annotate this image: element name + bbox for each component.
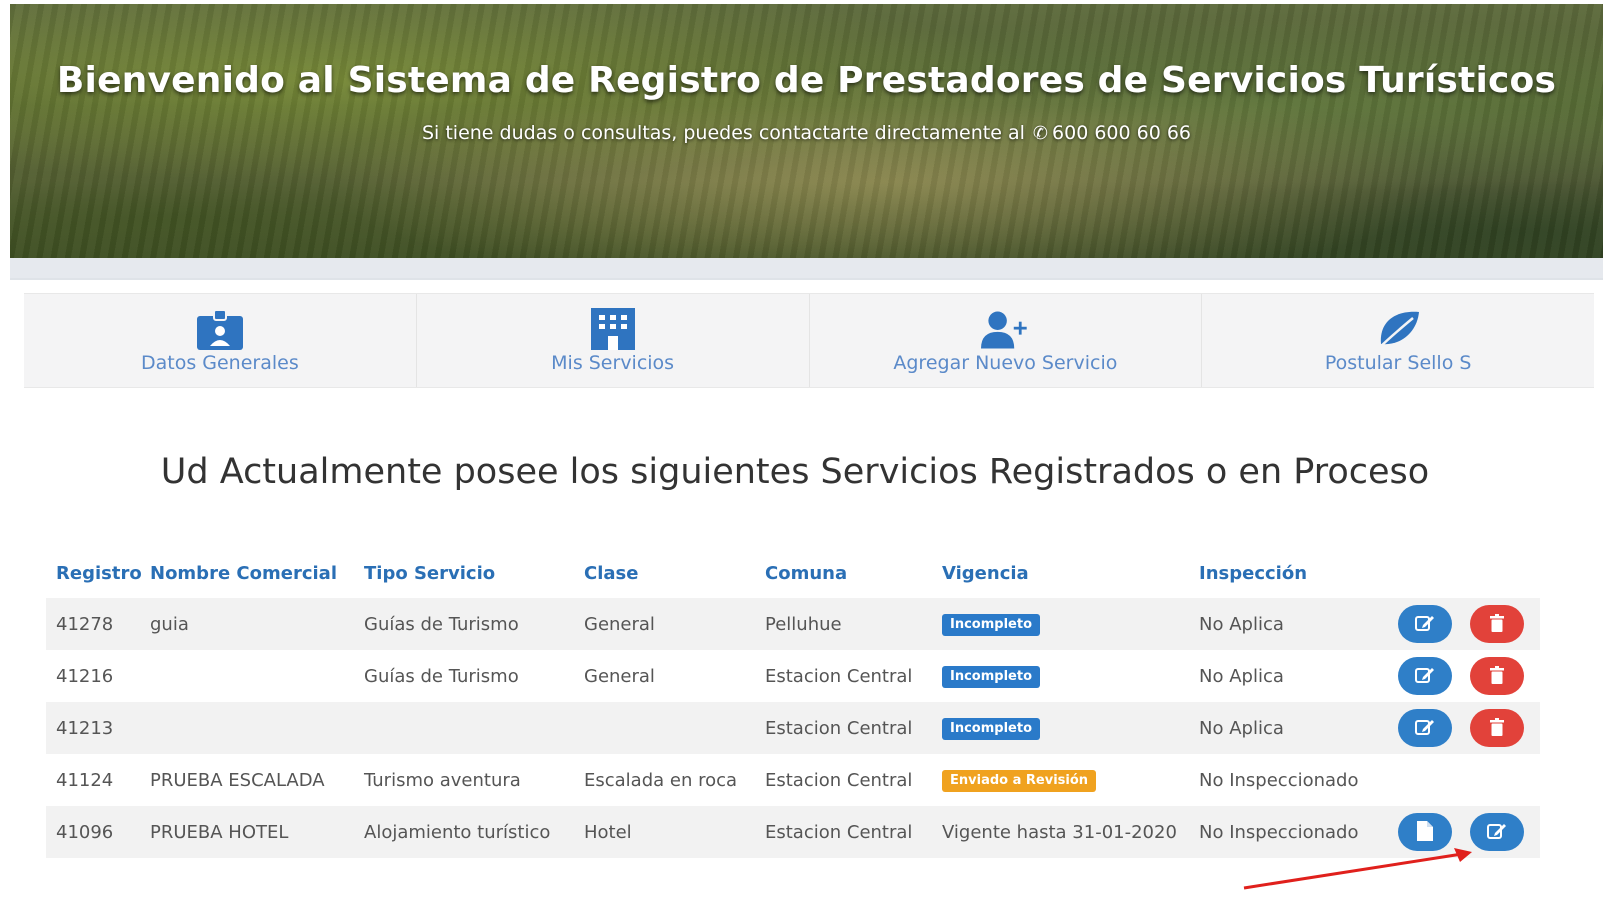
- nav-label: Datos Generales: [140, 351, 299, 374]
- row-actions: [1389, 709, 1540, 747]
- cell-comuna: Estacion Central: [765, 717, 913, 739]
- cell-vigencia: Vigente hasta 31-01-2020: [942, 821, 1177, 843]
- table-header: Registro Nombre Comercial Tipo Servicio …: [46, 548, 1540, 598]
- document-icon: [1417, 820, 1433, 844]
- header-comuna: Comuna: [765, 562, 848, 584]
- main-nav: Datos Generales Mis Servicios Agregar Nu…: [24, 293, 1594, 388]
- cell-registro: 41096: [56, 821, 114, 843]
- building-icon: [589, 307, 637, 350]
- status-badge: Incompleto: [942, 666, 1040, 688]
- cell-inspeccion: No Inspeccionado: [1199, 821, 1359, 843]
- cell-tipo: Guías de Turismo: [364, 665, 519, 687]
- cell-registro: 41124: [56, 769, 114, 791]
- cell-clase: General: [584, 665, 655, 687]
- delete-button[interactable]: [1470, 709, 1524, 747]
- cell-tipo: Turismo aventura: [364, 769, 521, 791]
- header-tipo: Tipo Servicio: [364, 562, 496, 584]
- page-heading: Ud Actualmente posee los siguientes Serv…: [160, 452, 1430, 492]
- cell-inspeccion: No Aplica: [1199, 717, 1284, 739]
- delete-button[interactable]: [1470, 605, 1524, 643]
- table-row: 41278 guia Guías de Turismo General Pell…: [46, 598, 1540, 650]
- hero-banner: Bienvenido al Sistema de Registro de Pre…: [10, 4, 1603, 258]
- annotation-arrow-icon: [1243, 848, 1472, 890]
- header-inspeccion: Inspección: [1199, 562, 1308, 584]
- cell-nombre: PRUEBA ESCALADA: [150, 769, 325, 791]
- cell-inspeccion: No Aplica: [1199, 665, 1284, 687]
- status-badge: Incompleto: [942, 718, 1040, 740]
- table-row: 41216 Guías de Turismo General Estacion …: [46, 650, 1540, 702]
- cell-inspeccion: No Aplica: [1199, 613, 1284, 635]
- status-badge: Incompleto: [942, 614, 1040, 636]
- cell-comuna: Estacion Central: [765, 769, 913, 791]
- header-registro: Registro: [56, 562, 142, 584]
- cell-registro: 41213: [56, 717, 114, 739]
- nav-postular-sello[interactable]: Postular Sello S: [1202, 294, 1594, 387]
- hero-phone: 600 600 60 66: [1052, 122, 1192, 144]
- trash-icon: [1490, 613, 1504, 635]
- status-badge: Enviado a Revisión: [942, 770, 1097, 792]
- nav-label: Postular Sello S: [1324, 351, 1472, 374]
- row-actions: [1389, 813, 1540, 851]
- nav-agregar-servicio[interactable]: Agregar Nuevo Servicio: [810, 294, 1203, 387]
- cell-comuna: Estacion Central: [765, 665, 913, 687]
- cell-registro: 41216: [56, 665, 114, 687]
- nav-datos-generales[interactable]: Datos Generales: [24, 294, 417, 387]
- edit-icon: [1487, 822, 1507, 843]
- delete-button[interactable]: [1470, 657, 1524, 695]
- hero-divider: [10, 258, 1603, 280]
- phone-icon: ✆: [1032, 123, 1049, 144]
- cell-clase: Hotel: [584, 821, 632, 843]
- cell-clase: General: [584, 613, 655, 635]
- cell-inspeccion: No Inspeccionado: [1199, 769, 1359, 791]
- cell-tipo: Guías de Turismo: [364, 613, 519, 635]
- trash-icon: [1490, 665, 1504, 687]
- cell-nombre: guia: [150, 613, 189, 635]
- nav-label: Agregar Nuevo Servicio: [893, 351, 1118, 374]
- cell-nombre: PRUEBA HOTEL: [150, 821, 289, 843]
- edit-icon: [1415, 666, 1435, 687]
- edit-button[interactable]: [1398, 709, 1452, 747]
- edit-button[interactable]: [1470, 813, 1524, 851]
- cell-comuna: Estacion Central: [765, 821, 913, 843]
- nav-label: Mis Servicios: [551, 351, 675, 374]
- nav-mis-servicios[interactable]: Mis Servicios: [417, 294, 810, 387]
- header-clase: Clase: [584, 562, 639, 584]
- trash-icon: [1490, 717, 1504, 739]
- table-row: 41213 Estacion Central Incompleto No Apl…: [46, 702, 1540, 754]
- header-nombre: Nombre Comercial: [150, 562, 337, 584]
- cell-tipo: Alojamiento turístico: [364, 821, 551, 843]
- edit-icon: [1415, 718, 1435, 739]
- row-actions: [1389, 657, 1540, 695]
- id-card-icon: [196, 308, 244, 350]
- row-actions: [1389, 605, 1540, 643]
- cell-registro: 41278: [56, 613, 114, 635]
- hero-subtitle: Si tiene dudas o consultas, puedes conta…: [10, 122, 1603, 144]
- services-table: Registro Nombre Comercial Tipo Servicio …: [46, 548, 1540, 858]
- user-plus-icon: [981, 308, 1029, 350]
- cell-clase: Escalada en roca: [584, 769, 738, 791]
- hero-subtitle-text: Si tiene dudas o consultas, puedes conta…: [421, 122, 1025, 144]
- edit-button[interactable]: [1398, 605, 1452, 643]
- leaf-icon: [1374, 308, 1422, 350]
- document-button[interactable]: [1398, 813, 1452, 851]
- header-vigencia: Vigencia: [942, 562, 1029, 584]
- table-row: 41124 PRUEBA ESCALADA Turismo aventura E…: [46, 754, 1540, 806]
- edit-icon: [1415, 614, 1435, 635]
- cell-comuna: Pelluhue: [765, 613, 842, 635]
- hero-title: Bienvenido al Sistema de Registro de Pre…: [56, 60, 1557, 101]
- edit-button[interactable]: [1398, 657, 1452, 695]
